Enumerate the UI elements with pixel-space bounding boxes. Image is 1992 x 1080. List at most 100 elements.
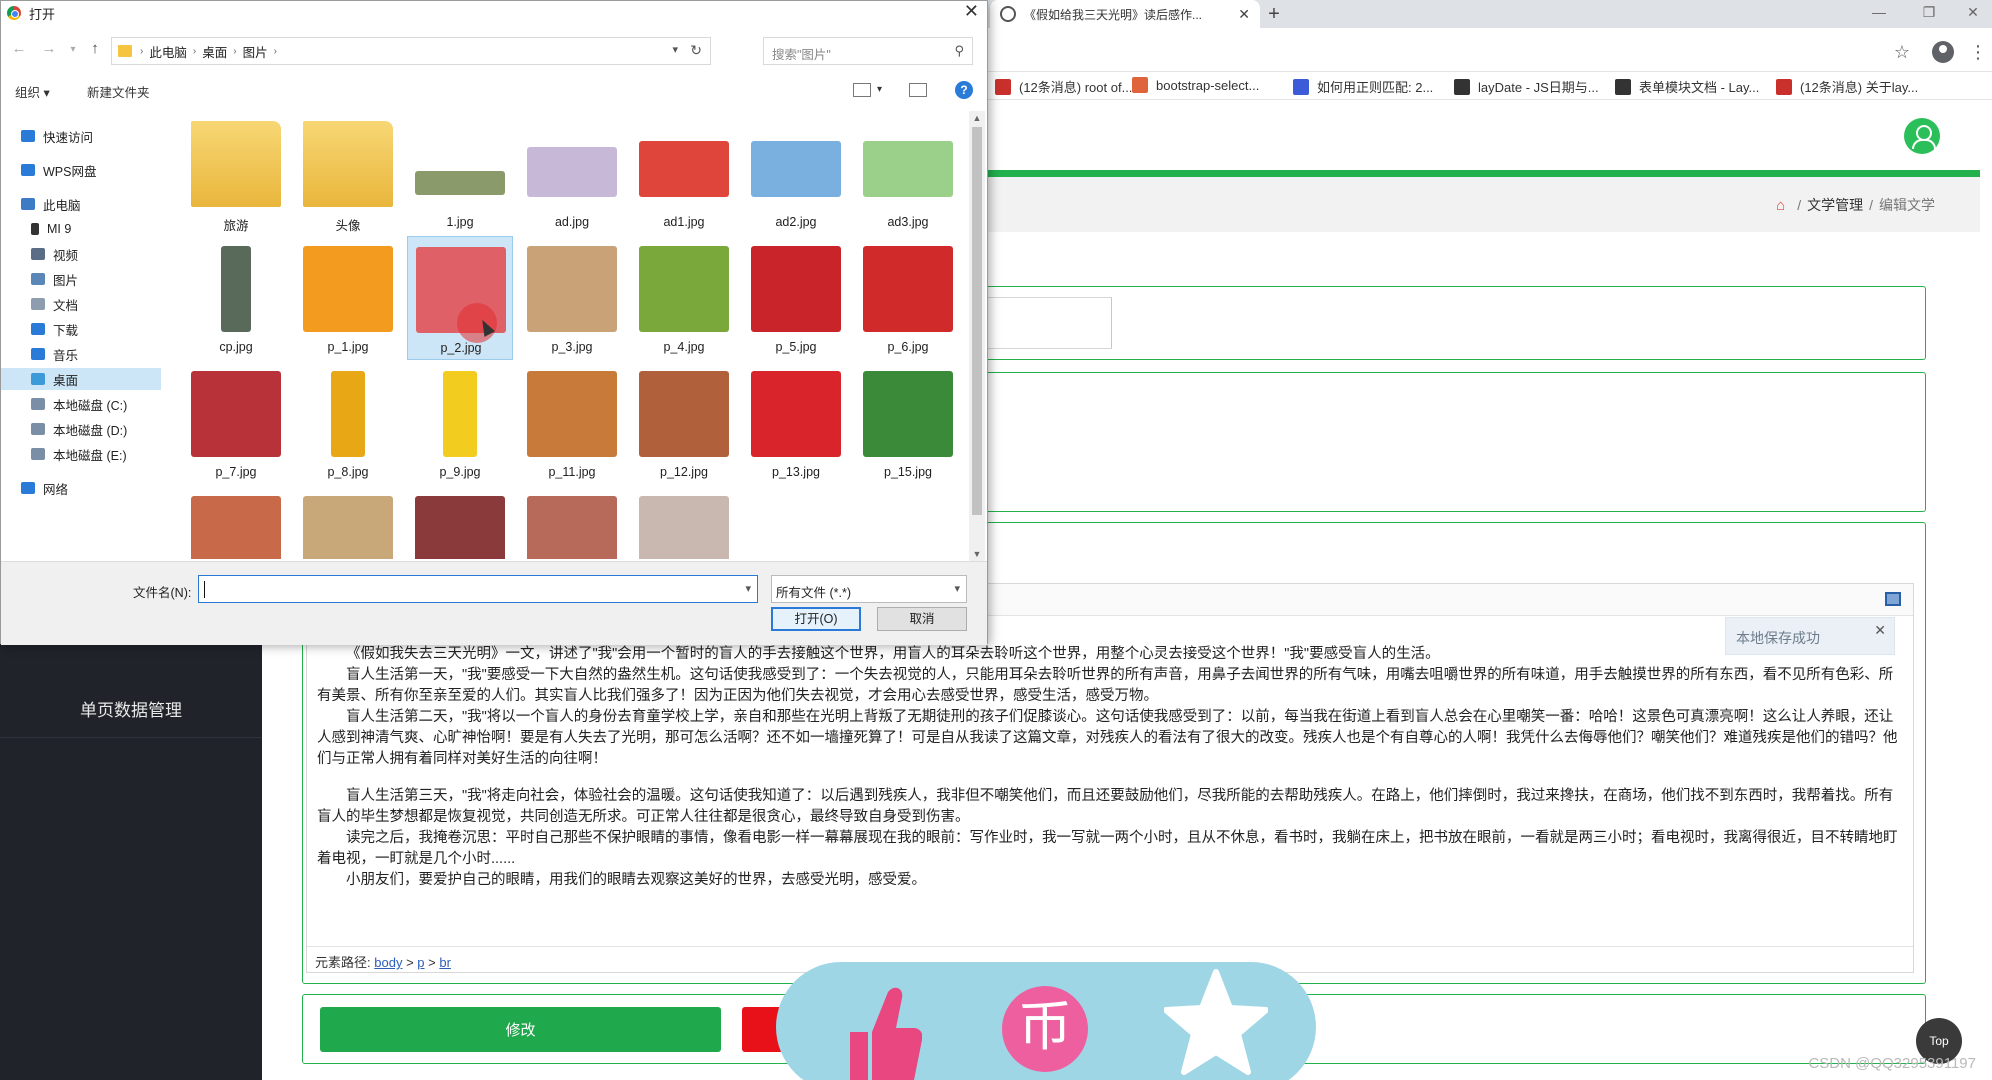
nav-label: 桌面 bbox=[53, 373, 79, 388]
nav-item-music[interactable]: 音乐 bbox=[31, 343, 78, 365]
file-item[interactable]: 1.jpg bbox=[407, 111, 513, 235]
file-item[interactable]: p_9.jpg bbox=[407, 361, 513, 485]
file-item[interactable]: p_11.jpg bbox=[519, 361, 625, 485]
modify-button[interactable]: 修改 bbox=[320, 1007, 721, 1052]
home-icon[interactable]: ⌂ bbox=[1776, 197, 1785, 214]
close-icon[interactable]: ✕ bbox=[1238, 6, 1250, 23]
nav-item-videos[interactable]: 视频 bbox=[31, 243, 78, 265]
file-item[interactable]: ad.jpg bbox=[519, 111, 625, 235]
chevron-down-icon[interactable]: ▾ bbox=[877, 84, 882, 95]
back-arrow-icon[interactable]: ← bbox=[9, 40, 29, 60]
thumbs-up-icon[interactable] bbox=[842, 984, 922, 1080]
close-icon[interactable]: ✕ bbox=[964, 1, 979, 22]
search-icon[interactable]: ⚲ bbox=[954, 43, 964, 59]
scroll-up-icon[interactable]: ▲ bbox=[971, 113, 983, 123]
file-item[interactable]: p_5.jpg bbox=[743, 236, 849, 360]
nav-item-drive-e[interactable]: 本地磁盘 (E:) bbox=[31, 443, 127, 465]
file-item[interactable]: p_3.jpg bbox=[519, 236, 625, 360]
nav-item-desktop[interactable]: 桌面 bbox=[1, 368, 161, 390]
browser-tab[interactable]: 《假如给我三天光明》读后感作... ✕ bbox=[990, 0, 1260, 28]
sidebar-item-single-page-data[interactable]: 单页数据管理 bbox=[0, 680, 262, 738]
preview-pane-icon[interactable] bbox=[909, 83, 927, 97]
file-item[interactable]: ad3.jpg bbox=[855, 111, 961, 235]
file-item-folder[interactable]: 旅游 bbox=[183, 111, 289, 235]
file-item[interactable] bbox=[631, 486, 737, 559]
close-icon[interactable]: ✕ bbox=[1874, 622, 1886, 639]
recent-chevron-icon[interactable]: ▾ bbox=[63, 44, 83, 64]
file-item[interactable]: p_1.jpg bbox=[295, 236, 401, 360]
editor-content[interactable]: 《假如我失去三天光明》一文，讲述了"我"会用一个暂时的盲人的手去接触这个世界，用… bbox=[317, 644, 1907, 891]
bookmark-item[interactable]: layDate - JS日期与... bbox=[1454, 77, 1599, 96]
nav-item-drive-d[interactable]: 本地磁盘 (D:) bbox=[31, 418, 127, 440]
search-input[interactable]: 搜索"图片" ⚲ bbox=[763, 37, 973, 65]
element-path-link[interactable]: p bbox=[417, 955, 424, 970]
preview-icon[interactable] bbox=[1885, 592, 1901, 606]
nav-item-this-pc[interactable]: 此电脑 bbox=[21, 193, 81, 215]
nav-item-downloads[interactable]: 下载 bbox=[31, 318, 78, 340]
file-item[interactable]: p_12.jpg bbox=[631, 361, 737, 485]
file-item[interactable]: p_8.jpg bbox=[295, 361, 401, 485]
image-thumbnail bbox=[863, 246, 953, 332]
address-crumb[interactable]: 桌面 bbox=[202, 42, 227, 61]
bookmark-item[interactable]: bootstrap-select... bbox=[1132, 77, 1259, 93]
forward-arrow-icon[interactable]: → bbox=[39, 40, 59, 60]
element-path-link[interactable]: br bbox=[439, 955, 451, 970]
file-item[interactable] bbox=[183, 486, 289, 559]
file-grid-scrollbar[interactable]: ▲ ▼ bbox=[969, 111, 985, 561]
new-tab-button[interactable]: + bbox=[1262, 2, 1286, 26]
title-input[interactable] bbox=[980, 297, 1112, 349]
file-item-folder[interactable]: 头像 bbox=[295, 111, 401, 235]
nav-item-network[interactable]: 网络 bbox=[21, 477, 68, 499]
favorite-star-icon[interactable] bbox=[1164, 968, 1268, 1078]
bookmark-item[interactable]: 如何用正则匹配: 2... bbox=[1293, 77, 1433, 96]
view-mode-icon[interactable] bbox=[853, 83, 871, 97]
file-item[interactable]: ad1.jpg bbox=[631, 111, 737, 235]
chevron-down-icon[interactable]: ▾ bbox=[745, 582, 751, 595]
open-button[interactable]: 打开(O) bbox=[771, 607, 861, 631]
file-item-selected[interactable]: p_2.jpg bbox=[407, 236, 513, 360]
nav-item-documents[interactable]: 文档 bbox=[31, 293, 78, 315]
restore-button[interactable]: ❐ bbox=[1906, 0, 1952, 28]
file-type-select[interactable]: 所有文件 (*.*) ▾ bbox=[771, 575, 967, 603]
nav-item-wps-cloud[interactable]: WPS网盘 bbox=[21, 159, 96, 181]
file-item[interactable]: ad2.jpg bbox=[743, 111, 849, 235]
chevron-down-icon[interactable]: ▾ bbox=[672, 43, 678, 56]
file-item[interactable] bbox=[407, 486, 513, 559]
file-item[interactable] bbox=[519, 486, 625, 559]
file-item[interactable]: p_7.jpg bbox=[183, 361, 289, 485]
nav-item-pictures[interactable]: 图片 bbox=[31, 268, 78, 290]
bookmark-item[interactable]: (12条消息) 关于lay... bbox=[1776, 77, 1918, 96]
breadcrumb-section[interactable]: 文学管理 bbox=[1807, 195, 1863, 215]
file-item[interactable]: p_4.jpg bbox=[631, 236, 737, 360]
help-icon[interactable]: ? bbox=[955, 81, 973, 99]
address-bar[interactable]: › 此电脑 › 桌面 › 图片 › ▾ ↻ bbox=[111, 37, 711, 65]
element-path-link[interactable]: body bbox=[374, 955, 402, 970]
organize-menu[interactable]: 组织 ▾ bbox=[15, 82, 50, 101]
new-folder-button[interactable]: 新建文件夹 bbox=[87, 82, 150, 101]
address-crumb[interactable]: 此电脑 bbox=[149, 42, 187, 61]
filename-input[interactable]: ▾ bbox=[198, 575, 758, 603]
refresh-icon[interactable]: ↻ bbox=[690, 42, 702, 59]
nav-item-mi9[interactable]: MI 9 bbox=[31, 218, 71, 240]
bookmark-item[interactable]: (12条消息) root of... bbox=[995, 77, 1132, 96]
menu-icon[interactable]: ⋮ bbox=[1966, 40, 1990, 64]
cancel-button[interactable]: 取消 bbox=[877, 607, 967, 631]
address-crumb[interactable]: 图片 bbox=[243, 42, 268, 61]
file-item[interactable]: p_6.jpg bbox=[855, 236, 961, 360]
file-item[interactable]: p_15.jpg bbox=[855, 361, 961, 485]
nav-item-quick-access[interactable]: 快速访问 bbox=[21, 125, 93, 147]
file-item[interactable] bbox=[295, 486, 401, 559]
profile-icon[interactable] bbox=[1932, 41, 1954, 63]
file-item[interactable]: p_13.jpg bbox=[743, 361, 849, 485]
close-window-button[interactable]: ✕ bbox=[1950, 0, 1992, 28]
scrollbar-thumb[interactable] bbox=[972, 127, 982, 515]
user-icon[interactable] bbox=[1904, 118, 1940, 154]
coin-icon[interactable]: 币 bbox=[1002, 986, 1088, 1072]
scroll-down-icon[interactable]: ▼ bbox=[971, 549, 983, 559]
file-item[interactable]: cp.jpg bbox=[183, 236, 289, 360]
up-arrow-icon[interactable]: ↑ bbox=[85, 40, 105, 60]
bookmark-item[interactable]: 表单模块文档 - Lay... bbox=[1615, 77, 1759, 96]
star-icon[interactable]: ☆ bbox=[1890, 40, 1914, 64]
minimize-button[interactable]: — bbox=[1856, 0, 1902, 28]
nav-item-drive-c[interactable]: 本地磁盘 (C:) bbox=[31, 393, 127, 415]
